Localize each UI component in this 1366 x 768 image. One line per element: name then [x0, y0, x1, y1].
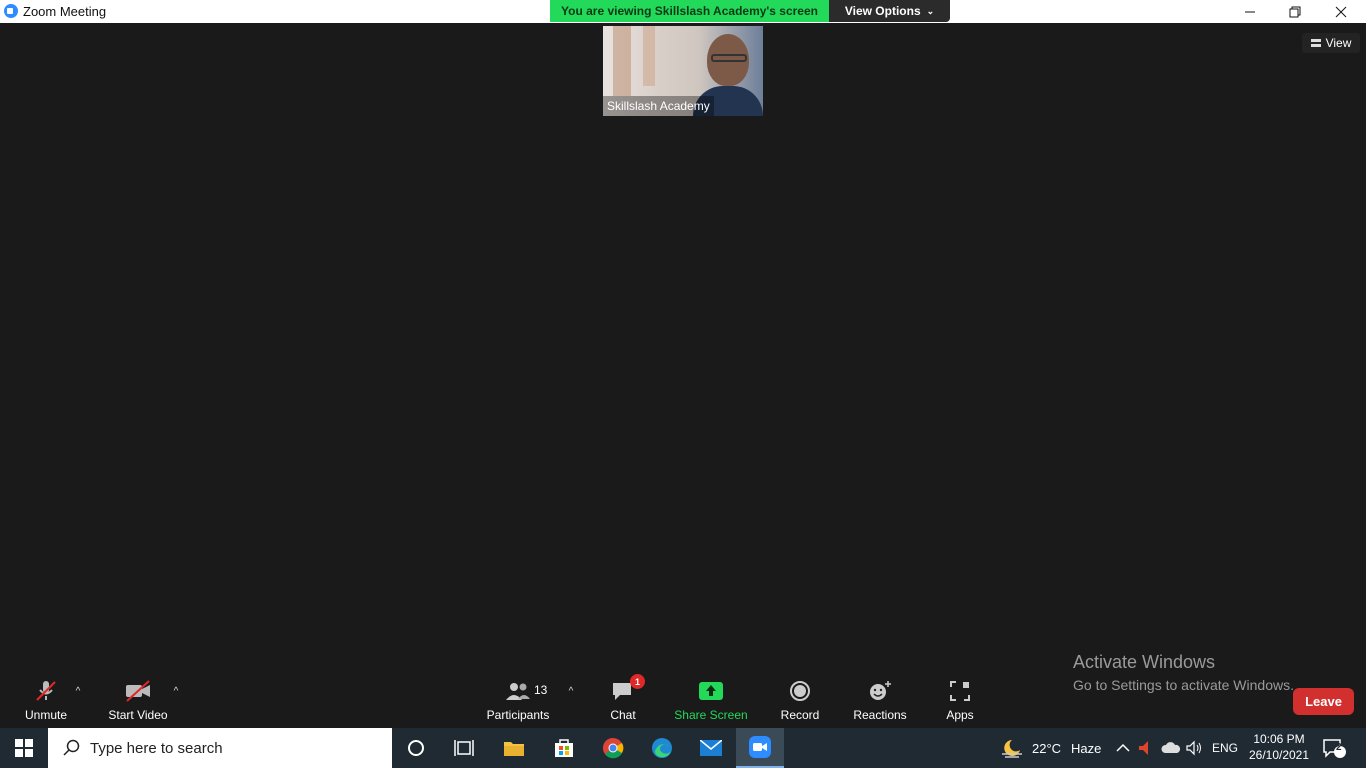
clock-date: 26/10/2021: [1248, 748, 1310, 762]
language-label: ENG: [1212, 741, 1239, 755]
search-placeholder: Type here to search: [90, 739, 223, 757]
participants-count: 13: [534, 683, 548, 697]
notification-icon: [1323, 739, 1346, 758]
notification-count: 2: [1336, 742, 1342, 753]
start-button[interactable]: [0, 728, 48, 768]
onedrive-tray-button[interactable]: [1161, 728, 1181, 768]
cloud-icon: [1161, 742, 1181, 753]
cortana-icon: [408, 740, 424, 756]
restore-icon: [1289, 6, 1301, 17]
record-button[interactable]: Record: [760, 680, 840, 724]
folder-icon: [504, 742, 524, 756]
chat-button[interactable]: 1 Chat: [583, 674, 663, 724]
action-center-button[interactable]: 2: [1322, 728, 1346, 768]
zoom-app-icon: [4, 4, 18, 18]
show-hidden-icons-button[interactable]: [1116, 728, 1130, 768]
background-curtain: [613, 26, 631, 96]
share-screen-icon: [699, 680, 723, 702]
windows-taskbar: Type here to search 22°C Haze ENG 10:06 …: [0, 728, 1366, 768]
reactions-button[interactable]: Reactions: [840, 680, 920, 724]
participant-name: Skillslash Academy: [603, 96, 714, 116]
window-title: Zoom Meeting: [23, 4, 107, 19]
chat-unread-badge: 1: [630, 674, 645, 689]
cortana-button[interactable]: [392, 728, 440, 768]
zoom-icon: [749, 736, 771, 758]
muted-microphone-icon: [34, 680, 58, 702]
restore-button[interactable]: [1272, 0, 1318, 23]
view-options-button[interactable]: View Options ⌄: [829, 0, 950, 22]
search-icon: [63, 739, 80, 756]
participant-video-tile[interactable]: Skillslash Academy: [603, 26, 763, 116]
microsoft-store-button[interactable]: [540, 728, 588, 768]
volume-icon: [1186, 740, 1201, 756]
minimize-icon: [1245, 11, 1255, 12]
chat-label: Chat: [610, 708, 636, 722]
smiley-plus-icon: [868, 680, 892, 702]
view-options-label: View Options: [844, 4, 921, 18]
close-button[interactable]: [1318, 0, 1364, 23]
weather-widget[interactable]: 22°C Haze: [1000, 728, 1101, 768]
mail-button[interactable]: [687, 728, 735, 768]
chrome-icon: [603, 738, 624, 759]
taskbar-clock[interactable]: 10:06 PM 26/10/2021: [1242, 731, 1316, 763]
file-explorer-button[interactable]: [490, 728, 538, 768]
unmute-label: Unmute: [24, 708, 68, 722]
apps-icon: [949, 680, 971, 702]
view-layout-label: View: [1325, 36, 1352, 50]
start-video-label: Start Video: [108, 708, 168, 722]
windows-logo-icon: [15, 739, 33, 757]
weather-temperature: 22°C: [1032, 740, 1062, 756]
participants-options-caret[interactable]: ^: [565, 686, 577, 697]
store-bag-icon: [555, 739, 573, 757]
task-view-icon: [454, 740, 474, 756]
weather-description: Haze: [1071, 740, 1102, 756]
video-options-caret[interactable]: ^: [170, 686, 182, 697]
minimize-button[interactable]: [1227, 0, 1273, 23]
edge-icon: [652, 738, 672, 758]
weather-haze-icon: [1002, 740, 1022, 758]
participants-label: Participants: [486, 708, 550, 722]
leave-button[interactable]: Leave: [1293, 688, 1354, 715]
speaker-alert-tray-button[interactable]: [1138, 728, 1152, 768]
volume-tray-button[interactable]: [1186, 728, 1204, 768]
participant-glasses: [711, 54, 747, 62]
input-language-indicator[interactable]: ENG: [1212, 728, 1238, 768]
reactions-label: Reactions: [853, 708, 907, 722]
start-video-button[interactable]: Start Video: [98, 680, 178, 724]
close-icon: [1335, 6, 1347, 17]
clock-time: 10:06 PM: [1253, 732, 1305, 746]
zoom-taskbar-button[interactable]: [736, 728, 784, 768]
video-off-icon: [124, 680, 152, 702]
chat-bubble-icon: 1: [611, 674, 645, 702]
background-curtain: [643, 26, 655, 86]
mail-icon: [700, 740, 722, 756]
task-view-button[interactable]: [440, 728, 488, 768]
grid-view-icon: [1310, 39, 1321, 47]
edge-button[interactable]: [638, 728, 686, 768]
speaker-red-icon: [1139, 741, 1148, 755]
record-icon: [789, 680, 811, 702]
chevron-up-icon: [1116, 743, 1130, 752]
activate-windows-title: Activate Windows: [1073, 652, 1216, 672]
chrome-button[interactable]: [589, 728, 637, 768]
share-screen-button[interactable]: Share Screen: [671, 680, 751, 724]
audio-options-caret[interactable]: ^: [72, 686, 84, 697]
chevron-down-icon: ⌄: [926, 5, 935, 16]
apps-label: Apps: [946, 708, 974, 722]
activate-windows-watermark: Activate Windows Go to Settings to activ…: [1073, 652, 1294, 693]
activate-windows-subtitle: Go to Settings to activate Windows.: [1073, 677, 1294, 693]
record-label: Record: [780, 708, 820, 722]
taskbar-search-box[interactable]: Type here to search: [48, 728, 392, 768]
screen-share-banner: You are viewing Skillslash Academy's scr…: [550, 0, 829, 22]
apps-button[interactable]: Apps: [920, 680, 1000, 724]
participants-icon: [505, 680, 531, 702]
view-layout-button[interactable]: View: [1302, 33, 1360, 53]
share-screen-label: Share Screen: [674, 708, 748, 722]
